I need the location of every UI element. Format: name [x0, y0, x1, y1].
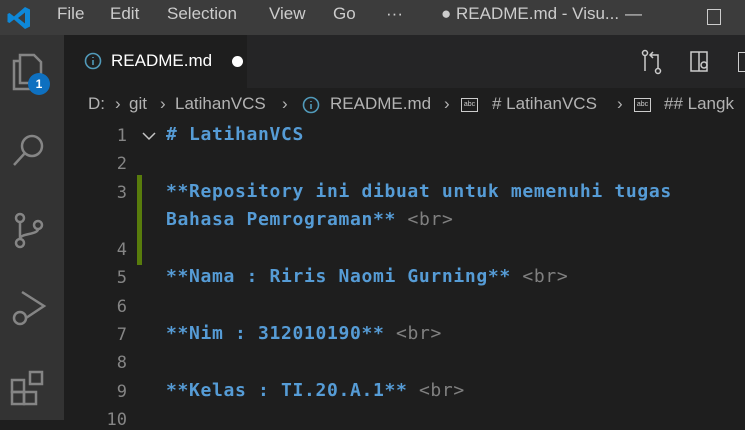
tab-bar: README.md	[64, 35, 745, 88]
menu-more[interactable]: ···	[386, 4, 403, 24]
code-text: Bahasa Pemrograman**	[166, 209, 396, 230]
code-line: **Repository ini dibuat untuk memenuhi t…	[166, 181, 672, 202]
breadcrumb: D: › git › LatihanVCS › README.md › abc …	[64, 88, 745, 122]
line-number: 5	[116, 268, 127, 288]
code-text: **Nama : Riris Naomi Gurning**	[166, 266, 511, 287]
explorer-badge: 1	[28, 73, 50, 95]
code-line: **Nama : Riris Naomi Gurning** <br>	[166, 266, 568, 287]
info-icon	[84, 52, 102, 70]
line-number: 10	[106, 410, 127, 430]
line-number: 7	[116, 325, 127, 345]
window-title: ● README.md - Visu...	[441, 4, 620, 23]
menu-file[interactable]: File	[57, 4, 84, 24]
code-line: # LatihanVCS	[166, 124, 304, 145]
menu-view[interactable]: View	[269, 4, 306, 24]
vscode-logo-icon	[7, 7, 30, 29]
chevron-right-icon: ›	[282, 94, 288, 113]
br-tag: <br>	[395, 323, 442, 344]
activity-bar: 1	[0, 35, 64, 420]
chevron-right-icon: ›	[160, 94, 166, 113]
string-symbol-icon: abc	[634, 98, 651, 112]
tab-label: README.md	[111, 51, 213, 70]
tab-readme[interactable]: README.md	[64, 35, 247, 88]
string-symbol-icon: abc	[461, 98, 478, 112]
br-tag: <br>	[418, 380, 465, 401]
line-number: 4	[116, 240, 127, 260]
breadcrumb-folder[interactable]: LatihanVCS	[175, 94, 266, 114]
code-line-wrap: Bahasa Pemrograman** <br>	[166, 209, 453, 230]
br-tag: <br>	[522, 266, 569, 287]
line-number: 2	[116, 154, 127, 174]
code-line: **Nim : 312010190** <br>	[166, 323, 442, 344]
extensions-icon	[10, 370, 44, 406]
breadcrumb-git[interactable]: git	[129, 94, 147, 114]
chevron-right-icon: ›	[617, 94, 623, 113]
info-icon	[302, 96, 320, 114]
chevron-right-icon: ›	[444, 94, 450, 113]
run-debug-button[interactable]	[0, 280, 64, 336]
source-control-icon	[14, 212, 44, 249]
minimize-button[interactable]: —	[625, 4, 642, 24]
source-control-button[interactable]	[0, 203, 64, 259]
more-editor-actions[interactable]	[738, 52, 745, 72]
maximize-button[interactable]	[707, 9, 721, 25]
breadcrumb-heading1[interactable]: # LatihanVCS	[492, 94, 597, 114]
modified-lines-indicator	[137, 175, 142, 265]
code-text: **Kelas : TI.20.A.1**	[166, 380, 408, 401]
code-editor[interactable]: 1 # LatihanVCS 2 3 **Repository ini dibu…	[64, 122, 745, 430]
breadcrumb-heading2[interactable]: ## Langk	[664, 94, 734, 114]
search-button[interactable]	[0, 123, 64, 179]
title-bar: File Edit Selection View Go ··· ● README…	[0, 0, 745, 35]
run-debug-icon	[12, 290, 47, 326]
search-icon	[13, 134, 44, 166]
br-tag: <br>	[407, 209, 454, 230]
menu-edit[interactable]: Edit	[110, 4, 139, 24]
explorer-button[interactable]: 1	[0, 45, 64, 101]
extensions-button[interactable]	[0, 360, 64, 416]
chevron-right-icon: ›	[115, 94, 121, 113]
breadcrumb-file[interactable]: README.md	[330, 94, 431, 114]
line-number: 3	[116, 183, 127, 203]
code-line: **Kelas : TI.20.A.1** <br>	[166, 380, 465, 401]
line-number: 9	[116, 382, 127, 402]
split-preview-icon[interactable]	[689, 50, 711, 74]
fold-chevron-icon[interactable]	[142, 131, 156, 141]
unsaved-dot-icon[interactable]	[232, 56, 243, 67]
code-text: **Nim : 312010190**	[166, 323, 385, 344]
menu-selection[interactable]: Selection	[167, 4, 237, 24]
line-number: 8	[116, 353, 127, 373]
open-changes-icon[interactable]	[640, 49, 664, 75]
line-number: 6	[116, 297, 127, 317]
menu-go[interactable]: Go	[333, 4, 356, 24]
breadcrumb-drive[interactable]: D:	[88, 94, 105, 114]
line-number: 1	[116, 126, 127, 146]
